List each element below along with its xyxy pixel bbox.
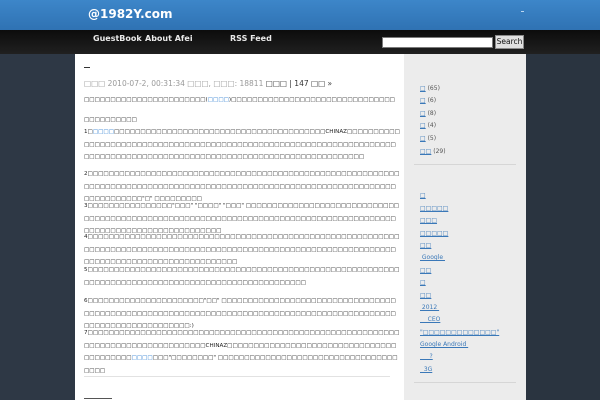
post-paragraph-4: 4□□□□□□□□□□□□□□□□□□□□□□□□□□□□□□□□□□□□□□□… xyxy=(84,234,400,265)
post-paragraph-5: 5□□□□□□□□□□□□□□□□□□□□□□□□□□□□□□□□□□□□□□□… xyxy=(84,267,400,286)
post-title[interactable] xyxy=(84,67,90,68)
category-count: (8) xyxy=(427,110,437,117)
recent-post-link[interactable]: □□□□□ xyxy=(420,204,448,213)
nav-guestbook-link[interactable]: GuestBook xyxy=(93,34,142,43)
category-item[interactable]: □ (5) xyxy=(420,134,436,143)
post-date: □□□ 2010-07-2, 00:31:34 □□□, □□□: 18811 xyxy=(84,79,264,88)
comments-heading-underline xyxy=(84,398,112,399)
category-item[interactable]: □□ (29) xyxy=(420,147,446,156)
nav-rss-link[interactable]: RSS Feed xyxy=(230,34,272,43)
post-area: □□□ 2010-07-2, 00:31:34 □□□, □□□: 18811 … xyxy=(75,54,404,400)
recent-post-link[interactable]: □□ xyxy=(420,241,431,250)
section-heading: □□□□□□□□□□ xyxy=(84,117,137,123)
recent-post-link[interactable]: □□□□□ xyxy=(420,229,448,238)
site-header: @1982Y.com xyxy=(0,0,600,30)
recent-post-link[interactable]: □ xyxy=(420,278,426,287)
post-intro: □□□□□□□□□□□□□□□□□□□□□□□(□□□□)□□□□□□□□□□□… xyxy=(84,94,400,107)
page-background-right xyxy=(526,54,600,400)
content-area: □□□ 2010-07-2, 00:31:34 □□□, □□□: 18811 … xyxy=(75,54,526,400)
category-count: (6) xyxy=(427,97,437,104)
category-count: (5) xyxy=(427,135,437,142)
recent-post-link[interactable]: "□□□□□□□□□□□□□" xyxy=(420,328,499,337)
search-button[interactable]: Search xyxy=(495,35,524,49)
category-item[interactable]: □ (6) xyxy=(420,96,436,105)
intro-text-end: )□□□□□□□□□□□□□□□□□□□□□□□□□□□□□□□ xyxy=(228,97,395,103)
recent-post-link[interactable]: □□ xyxy=(420,266,431,275)
category-link[interactable]: □ xyxy=(420,110,426,117)
recent-post-link[interactable]: 3G xyxy=(420,365,432,374)
category-item[interactable]: □ (65) xyxy=(420,84,440,93)
recent-post-link[interactable]: 2012 xyxy=(420,303,439,312)
category-item[interactable]: □ (8) xyxy=(420,109,436,118)
paragraph-1-link[interactable]: □□□□ xyxy=(93,129,114,135)
intro-link[interactable]: □□□□ xyxy=(208,97,229,103)
recent-post-link[interactable]: □□ xyxy=(420,291,431,300)
post-meta: □□□ 2010-07-2, 00:31:34 □□□, □□□: 18811 … xyxy=(84,79,332,89)
paragraph-1-text: □□□□□□□□□□□□□□□□□□□□□□□□□□□□□□□□□□□□□□□□… xyxy=(84,129,400,160)
post-paragraph-7: 7□□□□□□□□□□□□□□□□□□□□□□□□□□□□□□□□□□□□□□□… xyxy=(84,327,400,377)
post-tags-link[interactable]: □□□ | 147 □□ » xyxy=(266,79,332,88)
category-link[interactable]: □ xyxy=(420,97,426,104)
sidebar-divider xyxy=(414,164,516,165)
paragraph-1-number: 1□ xyxy=(84,129,93,135)
recent-post-link[interactable]: □□□ xyxy=(420,216,437,225)
recent-post-link[interactable]: Google Android xyxy=(420,340,468,349)
search-input[interactable] xyxy=(382,37,493,48)
category-link[interactable]: □ xyxy=(420,85,426,92)
category-item[interactable]: □ (4) xyxy=(420,121,436,130)
paragraph-7-link[interactable]: □□□□ xyxy=(132,355,153,361)
category-count: (29) xyxy=(433,148,446,155)
header-marker xyxy=(521,11,524,12)
recent-post-link[interactable]: □ xyxy=(420,191,426,200)
category-link[interactable]: □ xyxy=(420,122,426,129)
intro-text: □□□□□□□□□□□□□□□□□□□□□□□( xyxy=(84,97,208,103)
recent-post-link[interactable]: ? xyxy=(420,352,433,361)
category-link[interactable]: □□ xyxy=(420,148,431,155)
nav-bar: GuestBook About Afei RSS Feed Search xyxy=(0,30,600,54)
recent-post-link[interactable]: Google xyxy=(420,253,445,262)
sidebar: □ (65) □ (6) □ (8) □ (4) □ (5) □□ (29) □… xyxy=(404,54,526,400)
category-count: (4) xyxy=(427,122,437,129)
post-divider xyxy=(84,376,390,377)
site-title[interactable]: @1982Y.com xyxy=(88,7,173,21)
recent-post-link[interactable]: CEO xyxy=(420,315,441,324)
post-paragraph-1: 1□□□□□□□□□□□□□□□□□□□□□□□□□□□□□□□□□□□□□□□… xyxy=(84,126,400,164)
category-count: (65) xyxy=(427,85,440,92)
category-link[interactable]: □ xyxy=(420,135,426,142)
sidebar-divider xyxy=(414,382,516,383)
nav-about-link[interactable]: About Afei xyxy=(145,34,193,43)
